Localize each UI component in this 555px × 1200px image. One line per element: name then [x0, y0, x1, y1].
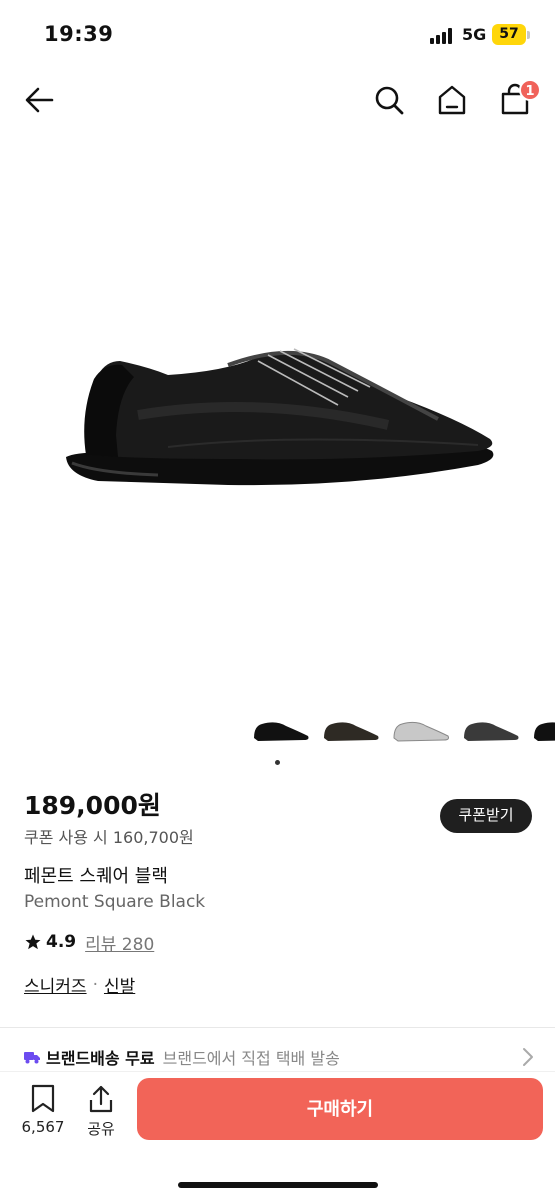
cellular-signal-icon: [430, 28, 456, 44]
battery-tip: [527, 31, 530, 39]
shipping-main: 브랜드배송 무료: [46, 1049, 155, 1068]
buy-button[interactable]: 구매하기: [137, 1078, 543, 1140]
shipping-info[interactable]: 브랜드배송 무료 브랜드에서 직접 택배 발송: [24, 1044, 534, 1070]
coupon-price: 쿠폰 사용 시 160,700원: [24, 828, 194, 847]
thumbnail-black-partial[interactable]: [532, 716, 555, 744]
product-image[interactable]: [0, 130, 555, 710]
thumbnail-black[interactable]: [252, 716, 310, 744]
share-button[interactable]: 공유: [78, 1078, 124, 1138]
shoe-image: [65, 348, 493, 486]
battery-icon: 57: [492, 24, 526, 45]
get-coupon-button[interactable]: 쿠폰받기: [440, 799, 532, 833]
category-shoes[interactable]: 신발: [104, 972, 135, 997]
page-indicator-dot: [275, 760, 280, 765]
bookmark-button[interactable]: 6,567: [18, 1078, 68, 1138]
thumbnail-dark-grey[interactable]: [462, 716, 520, 744]
thumbnail-silver[interactable]: [392, 716, 450, 744]
status-time: 19:39: [44, 22, 114, 46]
star-icon: [25, 934, 41, 950]
product-name-english: Pemont Square Black: [24, 892, 206, 912]
search-icon[interactable]: [371, 82, 407, 118]
rating-value: 4.9: [46, 932, 77, 952]
color-variant-thumbnails: [248, 712, 555, 748]
shipping-description: 브랜드에서 직접 택배 발송: [162, 1049, 340, 1068]
product-name-korean: 페몬트 스퀘어 블랙: [24, 866, 168, 887]
category-sneakers[interactable]: 스니커즈: [24, 972, 87, 997]
share-icon: [89, 1085, 113, 1113]
status-bar: 19:39 5G 57: [0, 0, 555, 70]
home-icon[interactable]: [434, 82, 470, 118]
chevron-right-icon[interactable]: [522, 1047, 534, 1067]
review-link[interactable]: 리뷰 280: [85, 930, 154, 955]
product-price: 189,000원: [24, 791, 161, 820]
rating-row: 4.9 리뷰 280: [24, 930, 154, 955]
category-breadcrumb: 스니커즈 · 신발: [24, 972, 135, 998]
thumbnail-dark-brown[interactable]: [322, 716, 380, 744]
share-label: 공유: [87, 1120, 115, 1138]
network-type: 5G: [462, 25, 487, 44]
back-arrow-icon[interactable]: [22, 82, 58, 118]
bookmark-count: 6,567: [21, 1118, 65, 1136]
section-divider: [0, 1027, 555, 1028]
bookmark-icon: [31, 1084, 55, 1113]
cart-count-badge: 1: [519, 79, 541, 101]
bottom-action-bar: 6,567 공유 구매하기: [0, 1072, 555, 1200]
home-indicator[interactable]: [178, 1182, 378, 1188]
category-separator: ·: [92, 974, 98, 995]
delivery-truck-icon: [24, 1052, 40, 1064]
nav-bar: 1: [0, 70, 555, 130]
